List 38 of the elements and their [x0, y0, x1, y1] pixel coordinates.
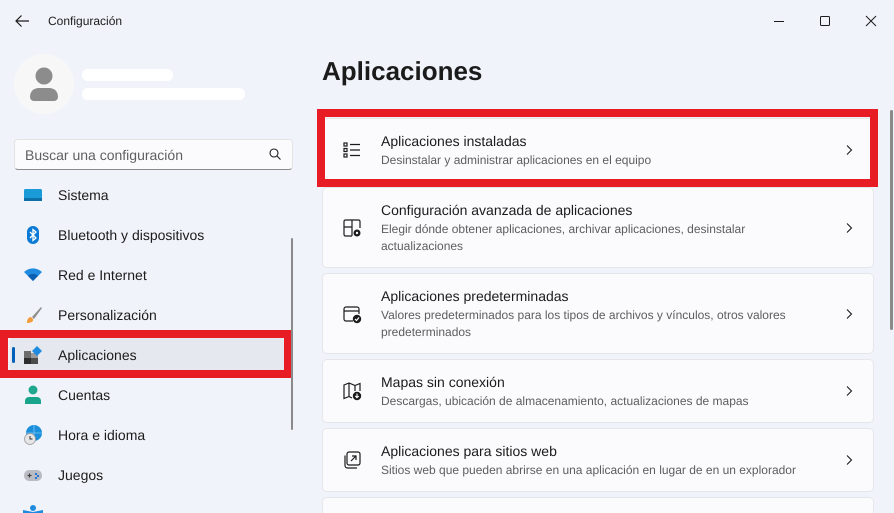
globe-clock-icon [23, 425, 43, 445]
close-icon [865, 15, 877, 27]
window-check-icon [342, 304, 362, 324]
open-window-icon [342, 450, 362, 470]
search-field[interactable]: Buscar una configuración [14, 139, 293, 170]
window-gear-icon [342, 218, 362, 238]
list-icon [342, 140, 362, 160]
selection-indicator [12, 347, 15, 363]
card-description: Descargas, ubicación de almacenamiento, actualizaciones de mapas [381, 393, 750, 410]
card-description: Elegir dónde obtener aplicaciones, archivar aplicaciones, desinstalar actualizaciones [381, 221, 746, 255]
settings-card[interactable]: Aplicaciones para sitios web Sitios web que pueden abrirse en una aplicación en lugar de en un explorador [322, 428, 874, 492]
window-title: Configuración [48, 14, 122, 28]
card-title: Configuración avanzada de aplicaciones [381, 201, 634, 220]
card-description: Desinstalar y administrar aplicaciones en el equipo [381, 152, 652, 169]
person-icon [29, 67, 59, 101]
back-icon[interactable] [14, 13, 30, 29]
sidebar-item[interactable]: Bluetooth y dispositivos [10, 217, 284, 253]
person-icon [23, 385, 43, 405]
card-title: Mapas sin conexión [381, 373, 506, 392]
sidebar-item[interactable]: Juegos [10, 457, 284, 493]
search-icon [269, 148, 281, 160]
apps-icon [23, 345, 43, 365]
settings-card[interactable]: Configuración avanzada de aplicaciones Elegir dónde obtener aplicaciones, archivar aplicaciones, desinstalar actualizaciones [322, 187, 874, 268]
card-title: Aplicaciones instaladas [381, 132, 528, 151]
card-title: Aplicaciones predeterminadas [381, 287, 570, 306]
sidebar-item[interactable]: Cuentas [10, 377, 284, 413]
card-description: Valores predeterminados para los tipos de archivos y vínculos, otros valores predeterminados [381, 307, 787, 341]
sidebar-item[interactable]: Hora e idioma [10, 417, 284, 453]
settings-card[interactable]: Mapas sin conexión Descargas, ubicación de almacenamiento, actualizaciones de mapas [322, 359, 874, 423]
card-title: Aplicaciones para sitios web [381, 442, 558, 461]
page-heading: Aplicaciones [322, 56, 484, 88]
map-download-icon [342, 381, 362, 401]
sidebar-item[interactable]: Personalización [10, 297, 284, 333]
card-description: Sitios web que pueden abrirse en una aplicación en lugar de en un explorador [381, 462, 797, 479]
settings-card[interactable]: Aplicaciones predeterminadas Valores predeterminados para los tipos de archivos y vínculos, otros valores predeterminados [322, 273, 874, 354]
sidebar-item[interactable]: Sistema [10, 177, 284, 213]
maximize-icon [819, 15, 831, 27]
sidebar-item[interactable]: Red e Internet [10, 257, 284, 293]
